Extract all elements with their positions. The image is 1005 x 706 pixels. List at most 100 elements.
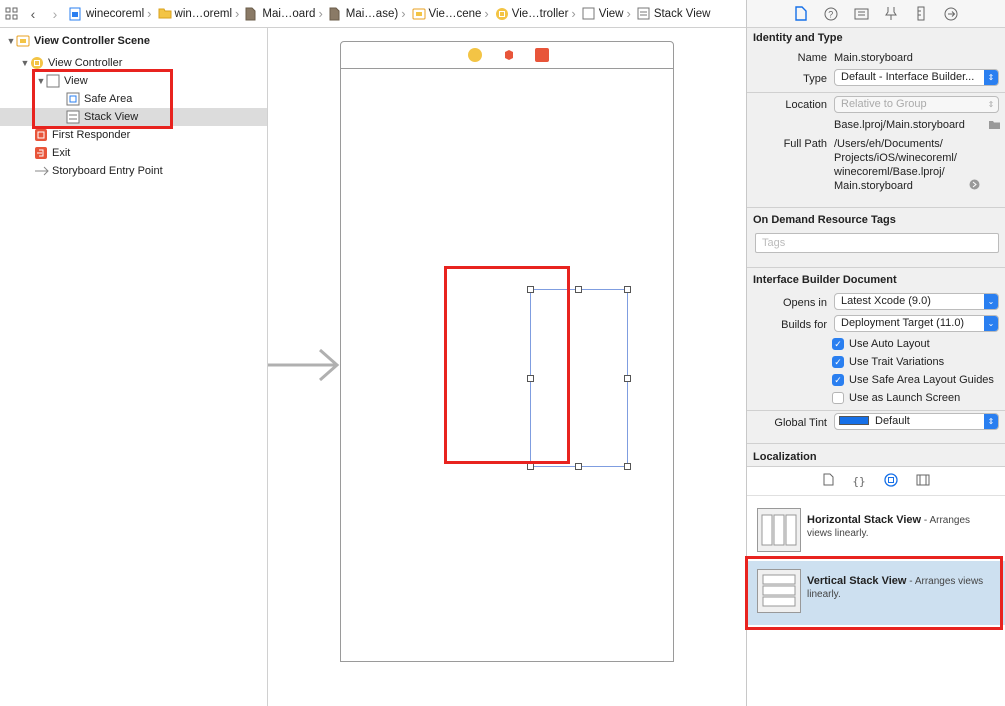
type-popup[interactable]: Default - Interface Builder... ⇕ [834,69,999,86]
folder-icon [158,7,172,21]
attributes-inspector-icon[interactable] [883,6,899,22]
view-icon [582,7,595,21]
object-library: {} Horizontal Stack View - Arranges view… [747,466,1005,706]
storyboard-file-icon [245,7,258,21]
popup-chevron-icon: ⇕ [987,100,995,109]
resize-handle[interactable] [624,286,631,293]
name-value: Main.storyboard [834,52,913,64]
back-arrow-icon[interactable]: ‹ [22,0,44,27]
resize-handle[interactable] [624,375,631,382]
breadcrumb-base[interactable]: Mai…ase) › [326,0,409,27]
checkbox-use-as-launch-screen[interactable]: Use as Launch Screen [832,392,960,404]
document-outline: ▼ View Controller Scene ▼ View Controlle… [0,28,268,706]
outline-item-first-responder[interactable]: First Responder [0,126,267,144]
section-title-ib-document: Interface Builder Document [753,274,897,286]
stack-view-selection[interactable] [527,286,631,470]
section-title-tags: On Demand Resource Tags [753,214,896,226]
disclosure-triangle-icon[interactable]: ▼ [20,58,30,68]
code-snippet-icon[interactable]: {} [852,475,865,488]
outline-item-view-controller[interactable]: ▼ View Controller [0,54,267,72]
type-label: Type [803,73,827,85]
first-responder-icon[interactable] [502,48,516,62]
scene-icon [412,7,426,21]
project-file-icon [69,7,82,21]
resize-handle[interactable] [624,463,631,470]
storyboard-file-icon [329,7,342,21]
location-popup[interactable]: Relative to Group ⇕ [834,96,999,113]
reveal-arrow-icon[interactable] [969,179,980,193]
related-items-icon[interactable] [0,0,22,27]
library-tab-bar: {} [747,466,1005,496]
quick-help-icon[interactable]: ? [823,6,839,22]
breadcrumb-project[interactable]: winecoreml › [66,0,155,27]
breadcrumb-group[interactable]: win…oreml › [155,0,243,27]
builds-for-popup[interactable]: Deployment Target (11.0) ⌄ [834,315,999,332]
builds-for-label: Builds for [781,319,827,331]
global-tint-label: Global Tint [774,417,827,429]
breadcrumb-storyboard[interactable]: Mai…oard › [242,0,325,27]
connections-inspector-icon[interactable] [943,6,959,22]
view-icon [46,74,60,88]
checkbox-use-safe-area[interactable]: ✓ Use Safe Area Layout Guides [832,374,994,386]
checkmark-icon[interactable]: ✓ [832,374,844,386]
resize-handle[interactable] [527,463,534,470]
media-library-icon[interactable] [916,474,930,489]
stack-view-icon [637,7,650,21]
outline-item-entry-point[interactable]: Storyboard Entry Point [0,162,267,180]
view-controller-icon [30,56,44,70]
checkmark-icon[interactable]: ✓ [832,356,844,368]
tint-swatch [839,416,869,425]
outline-item-stack-view[interactable]: Stack View [0,108,267,126]
resize-handle[interactable] [575,463,582,470]
library-item-vertical-stack-view[interactable]: Vertical Stack View - Arranges views lin… [747,561,1005,625]
outline-item-scene[interactable]: ▼ View Controller Scene [0,32,267,50]
first-responder-icon [34,128,48,142]
file-template-icon[interactable] [823,473,834,489]
breadcrumb-view-controller[interactable]: Vie…troller › [492,0,579,27]
resize-handle[interactable] [527,375,534,382]
fullpath-label: Full Path [783,138,827,150]
view-controller-icon[interactable] [468,48,482,62]
disclosure-triangle-icon[interactable]: ▼ [36,76,46,86]
forward-arrow-icon[interactable]: › [44,0,66,27]
initial-view-controller-arrow-icon[interactable] [268,348,340,382]
exit-icon [34,146,48,160]
svg-text:?: ? [828,9,833,19]
location-label: Location [785,99,827,111]
object-library-icon[interactable] [883,472,898,490]
opens-in-popup[interactable]: Latest Xcode (9.0) ⌄ [834,293,999,310]
global-tint-popup[interactable]: Default ⇕ [834,413,999,430]
location-path: Base.lproj/Main.storyboard [834,119,965,131]
tags-field[interactable]: Tags [755,233,999,253]
breadcrumb-stack-view[interactable]: Stack View [634,0,714,27]
checkbox-empty-icon[interactable] [832,392,844,404]
exit-icon[interactable] [535,48,549,62]
checkbox-use-auto-layout[interactable]: ✓ Use Auto Layout [832,338,930,350]
fullpath-value: /Users/eh/Documents/ Projects/iOS/wineco… [834,138,957,192]
file-inspector-icon[interactable] [793,6,809,22]
breadcrumb-view[interactable]: View › [579,0,634,27]
outline-item-safe-area[interactable]: Safe Area [0,90,267,108]
horizontal-stack-view-icon [757,508,801,552]
entry-point-arrow-icon [34,164,49,178]
checkmark-icon[interactable]: ✓ [832,338,844,350]
checkbox-use-trait-variations[interactable]: ✓ Use Trait Variations [832,356,944,368]
size-inspector-icon[interactable] [913,6,929,22]
folder-icon[interactable] [988,119,1001,133]
storyboard-canvas[interactable] [268,28,746,706]
resize-handle[interactable] [527,286,534,293]
identity-inspector-icon[interactable] [853,6,869,22]
popup-chevron-icon: ⇕ [984,70,998,85]
scene-icon [16,34,30,48]
popup-chevron-icon: ⌄ [984,316,998,331]
section-title-localization: Localization [753,451,817,463]
outline-item-exit[interactable]: Exit [0,144,267,162]
view-controller-scene[interactable] [340,41,674,662]
breadcrumb-scene[interactable]: Vie…cene › [409,0,492,27]
outline-item-view[interactable]: ▼ View [0,72,267,90]
name-label: Name [797,52,827,64]
library-item-horizontal-stack-view[interactable]: Horizontal Stack View - Arranges views l… [747,500,1005,564]
popup-chevron-icon: ⇕ [984,414,998,429]
resize-handle[interactable] [575,286,582,293]
disclosure-triangle-icon[interactable]: ▼ [6,36,16,46]
